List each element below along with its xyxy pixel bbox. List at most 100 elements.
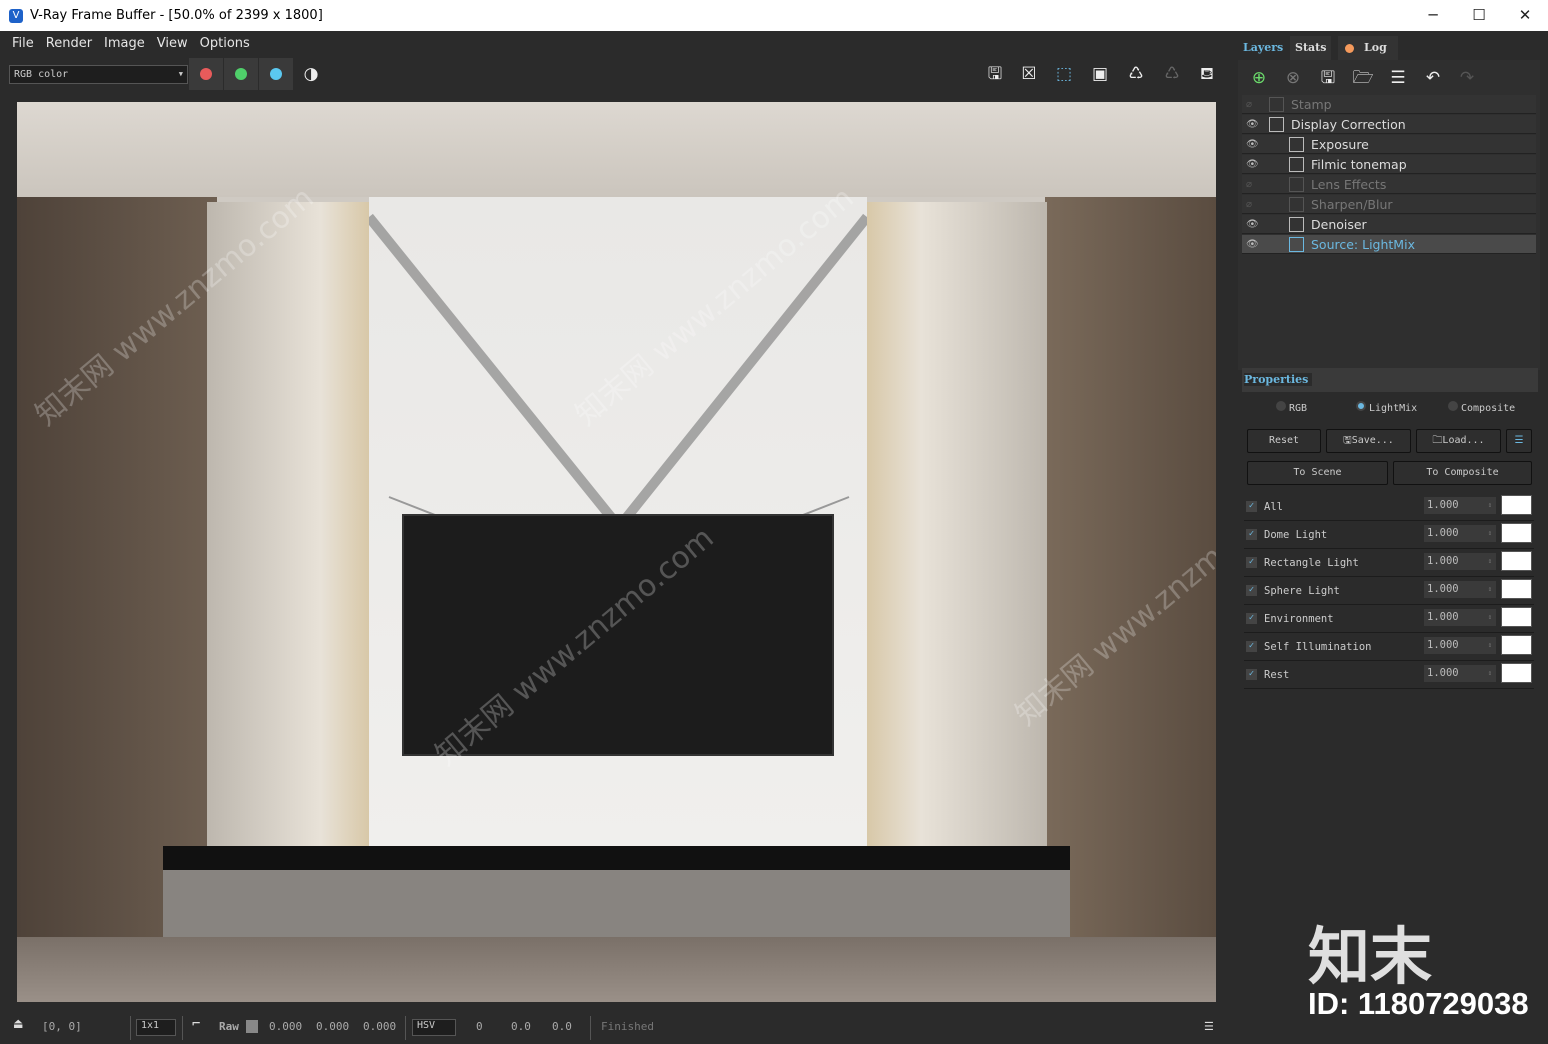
layer-item[interactable]: 👁 Filmic tonemap <box>1242 155 1536 174</box>
light-intensity-spinner[interactable]: 1.000 ⇕ <box>1424 665 1496 682</box>
light-intensity-spinner[interactable]: 1.000 ⇕ <box>1424 581 1496 598</box>
mode-rgb-radio[interactable]: RGB <box>1276 401 1307 414</box>
eye-icon[interactable]: 👁 <box>1246 215 1259 234</box>
g-value: 0.000 <box>316 1020 350 1033</box>
render-teapot-icon[interactable]: ⛾ <box>1196 64 1218 84</box>
light-color-swatch[interactable] <box>1501 663 1532 683</box>
light-checkbox[interactable]: ✓ <box>1246 501 1257 512</box>
properties-header: Properties <box>1242 368 1538 392</box>
tv <box>402 514 834 756</box>
layer-type-icon <box>1289 197 1304 212</box>
region-select-icon[interactable]: ⬚ <box>1053 64 1075 84</box>
right-panel <box>867 202 1047 942</box>
layer-item[interactable]: ⌀ Stamp <box>1242 95 1536 114</box>
to-scene-button[interactable]: To Scene <box>1247 461 1388 485</box>
clear-image-icon[interactable]: ☒ <box>1018 64 1040 84</box>
light-checkbox[interactable]: ✓ <box>1246 529 1257 540</box>
blue-channel-button[interactable] <box>259 58 293 90</box>
menu-render[interactable]: Render <box>40 36 98 51</box>
layer-type-icon <box>1289 237 1304 252</box>
layer-list-icon[interactable]: ☰ <box>1387 68 1409 88</box>
light-color-swatch[interactable] <box>1501 579 1532 599</box>
layer-item[interactable]: ⌀ Lens Effects <box>1242 175 1536 194</box>
load-button[interactable]: 🗀Load... <box>1416 429 1501 453</box>
light-intensity-value: 1.000 <box>1427 555 1459 567</box>
light-intensity-spinner[interactable]: 1.000 ⇕ <box>1424 609 1496 626</box>
hidden-eye-icon[interactable]: ⌀ <box>1246 195 1252 214</box>
channel-select[interactable]: RGB color ▼ <box>9 65 188 84</box>
region-render-icon[interactable]: ▣ <box>1089 64 1111 84</box>
light-color-swatch[interactable] <box>1501 495 1532 515</box>
minimize-button[interactable]: ─ <box>1410 0 1456 31</box>
save-layers-icon[interactable]: 🖫 <box>1317 68 1339 88</box>
lock-icon[interactable]: ⏏ <box>14 1016 22 1032</box>
undo-icon[interactable]: ↶ <box>1422 68 1444 88</box>
eye-icon[interactable]: 👁 <box>1246 115 1259 134</box>
light-intensity-spinner[interactable]: 1.000 ⇕ <box>1424 497 1496 514</box>
redo-icon[interactable]: ↷ <box>1456 68 1478 88</box>
green-channel-button[interactable] <box>224 58 258 90</box>
light-color-swatch[interactable] <box>1501 635 1532 655</box>
tab-log[interactable]: Log <box>1338 36 1398 60</box>
b-value: 0.000 <box>363 1020 397 1033</box>
red-channel-button[interactable] <box>189 58 223 90</box>
menu-image[interactable]: Image <box>98 36 151 51</box>
light-row: ✓ All 1.000 ⇕ <box>1244 493 1534 521</box>
layer-label: Lens Effects <box>1311 177 1387 192</box>
render-image: 知末网 www.znzmo.com 知末网 www.znzmo.com 知末网 … <box>17 102 1216 1002</box>
layer-item[interactable]: 👁 Display Correction <box>1242 115 1536 134</box>
light-color-swatch[interactable] <box>1501 551 1532 571</box>
delete-layer-icon[interactable]: ⊗ <box>1282 68 1304 88</box>
light-checkbox[interactable]: ✓ <box>1246 613 1257 624</box>
layer-item[interactable]: 👁 Source: LightMix <box>1242 235 1536 254</box>
menu-file[interactable]: File <box>0 36 40 51</box>
add-layer-icon[interactable]: ⊕ <box>1248 68 1270 88</box>
menu-options[interactable]: Options <box>194 36 256 51</box>
light-checkbox[interactable]: ✓ <box>1246 585 1257 596</box>
mode-lightmix-radio[interactable]: LightMix <box>1356 401 1417 414</box>
console-icon[interactable]: ☰ <box>1204 1020 1214 1033</box>
zoom-select[interactable]: 1x1 <box>136 1019 176 1036</box>
light-name: Rectangle Light <box>1264 557 1359 569</box>
save-image-icon[interactable]: 🖫 <box>984 64 1006 84</box>
light-checkbox[interactable]: ✓ <box>1246 557 1257 568</box>
light-intensity-value: 1.000 <box>1427 639 1459 651</box>
tab-stats[interactable]: Stats <box>1290 36 1332 60</box>
light-intensity-spinner[interactable]: 1.000 ⇕ <box>1424 637 1496 654</box>
save-button[interactable]: 🖫Save... <box>1326 429 1411 453</box>
lightmix-menu-button[interactable]: ☰ <box>1506 429 1532 453</box>
layer-item[interactable]: ⌀ Sharpen/Blur <box>1242 195 1536 214</box>
layer-item[interactable]: 👁 Exposure <box>1242 135 1536 154</box>
tv-cabinet-top <box>163 846 1070 870</box>
light-row: ✓ Sphere Light 1.000 ⇕ <box>1244 577 1534 605</box>
menu-view[interactable]: View <box>151 36 194 51</box>
interactive-render-icon[interactable]: ♺ <box>1161 64 1183 84</box>
eye-icon[interactable]: 👁 <box>1246 155 1259 174</box>
reset-button[interactable]: Reset <box>1247 429 1321 453</box>
raw-label: Raw <box>219 1020 239 1033</box>
light-checkbox[interactable]: ✓ <box>1246 641 1257 652</box>
light-color-swatch[interactable] <box>1501 607 1532 627</box>
mode-composite-radio[interactable]: Composite <box>1448 401 1515 414</box>
close-button[interactable]: ✕ <box>1502 0 1548 31</box>
maximize-button[interactable]: ☐ <box>1456 0 1502 31</box>
eye-icon[interactable]: 👁 <box>1246 135 1259 154</box>
tab-layers[interactable]: Layers <box>1238 36 1289 60</box>
to-composite-button[interactable]: To Composite <box>1393 461 1532 485</box>
load-layers-icon[interactable]: 🗁 <box>1352 68 1374 88</box>
pixel-coords: [0, 0] <box>42 1020 82 1033</box>
light-intensity-spinner[interactable]: 1.000 ⇕ <box>1424 553 1496 570</box>
floor <box>17 937 1216 1002</box>
watermark-logo: 知末 <box>1308 920 1433 993</box>
layer-item[interactable]: 👁 Denoiser <box>1242 215 1536 234</box>
light-color-swatch[interactable] <box>1501 523 1532 543</box>
render-icon[interactable]: ♺ <box>1125 64 1147 84</box>
eye-icon[interactable]: 👁 <box>1246 235 1259 254</box>
hidden-eye-icon[interactable]: ⌀ <box>1246 95 1252 114</box>
color-swatch <box>246 1020 258 1033</box>
light-checkbox[interactable]: ✓ <box>1246 669 1257 680</box>
hidden-eye-icon[interactable]: ⌀ <box>1246 175 1252 194</box>
mono-mode-icon[interactable]: ◑ <box>300 64 322 84</box>
color-mode-select[interactable]: HSV <box>412 1019 456 1036</box>
light-intensity-spinner[interactable]: 1.000 ⇕ <box>1424 525 1496 542</box>
